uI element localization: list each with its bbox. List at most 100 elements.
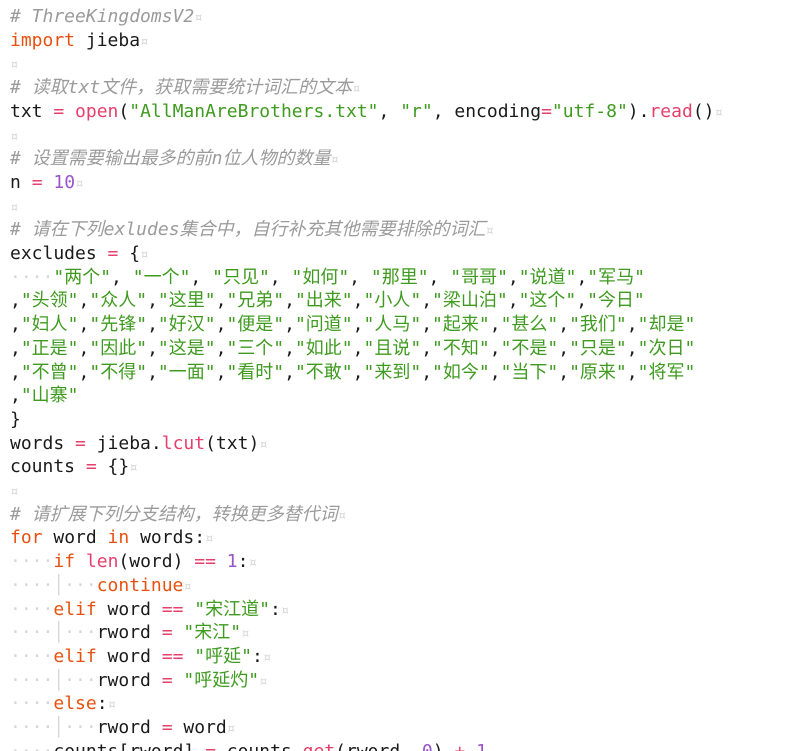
code-line[interactable]: ····│···rword = "宋江"¤ bbox=[10, 621, 250, 645]
code-line[interactable]: ····elif word == "宋江道":¤ bbox=[10, 598, 289, 622]
code-token: "只是" bbox=[569, 337, 627, 359]
code-line[interactable]: ····else:¤ bbox=[10, 692, 116, 716]
code-line[interactable]: # 设置需要输出最多的前n位人物的数量¤ bbox=[10, 147, 339, 171]
code-line[interactable]: # 请在下列exludes集合中，自行补充其他需要排除的词汇¤ bbox=[10, 218, 494, 242]
whitespace-marker: ····│··· bbox=[10, 622, 97, 644]
code-token: # 读取txt文件，获取需要统计词汇的文本 bbox=[10, 77, 353, 99]
code-token: "只见" bbox=[212, 266, 270, 288]
code-token: , bbox=[215, 337, 227, 359]
code-token: : bbox=[251, 645, 263, 667]
code-token: "甚么" bbox=[500, 314, 559, 336]
code-token: for bbox=[10, 527, 43, 549]
code-token: = bbox=[85, 456, 97, 478]
code-line[interactable]: counts = {}¤ bbox=[10, 455, 138, 479]
code-line[interactable]: n = 10¤ bbox=[10, 171, 84, 195]
code-line[interactable]: import jieba¤ bbox=[10, 29, 149, 53]
code-token: "呼延灼" bbox=[183, 669, 260, 691]
code-token: == bbox=[161, 645, 184, 667]
line-end-marker: ¤ bbox=[183, 578, 192, 595]
code-line[interactable]: # 读取txt文件，获取需要统计词汇的文本¤ bbox=[10, 76, 361, 100]
code-token: "一面" bbox=[157, 361, 216, 383]
line-end-marker: ¤ bbox=[140, 33, 149, 50]
code-token: word bbox=[96, 598, 162, 620]
line-end-marker: ¤ bbox=[330, 152, 339, 169]
line-end-marker: ¤ bbox=[75, 175, 84, 192]
code-token: 10 bbox=[53, 171, 76, 193]
code-token: read bbox=[649, 100, 693, 122]
code-token: , bbox=[78, 337, 90, 359]
line-end-marker: ¤ bbox=[129, 460, 138, 477]
code-token: , bbox=[421, 337, 433, 359]
code-token: n bbox=[10, 171, 32, 193]
code-line[interactable]: } bbox=[10, 408, 21, 432]
code-token: "不是" bbox=[500, 337, 559, 359]
code-token: "妇人" bbox=[20, 314, 79, 336]
code-token: in bbox=[107, 527, 130, 549]
code-token: , bbox=[269, 266, 292, 288]
code-token: "今日" bbox=[587, 290, 645, 312]
code-token: ) bbox=[433, 741, 455, 751]
code-token: == bbox=[161, 598, 184, 620]
line-end-marker: ¤ bbox=[248, 555, 257, 572]
line-end-marker: ¤ bbox=[241, 626, 250, 643]
code-token: word bbox=[96, 645, 162, 667]
code-line[interactable]: ,"头领","众人","这里","兄弟","出来","小人","梁山泊","这个… bbox=[10, 289, 645, 313]
code-token: len bbox=[85, 551, 119, 573]
code-line[interactable]: txt = open("AllManAreBrothers.txt", "r",… bbox=[10, 100, 723, 124]
code-token: , bbox=[352, 314, 364, 336]
code-token: "如此" bbox=[294, 337, 353, 359]
code-line[interactable]: excludes = {¤ bbox=[10, 242, 149, 266]
code-token: "呼延" bbox=[194, 645, 252, 667]
code-token: "两个" bbox=[53, 266, 112, 288]
code-line[interactable]: ····│···continue¤ bbox=[10, 574, 192, 598]
code-line[interactable]: ,"不曾","不得","一面","看时","不敢","来到","如今","当下"… bbox=[10, 361, 695, 385]
code-token: "宋江" bbox=[183, 622, 242, 644]
code-token: , encoding bbox=[432, 100, 542, 122]
code-line[interactable]: ····│···rword = word¤ bbox=[10, 716, 235, 740]
code-line[interactable]: ····elif word == "呼延":¤ bbox=[10, 645, 271, 669]
code-line[interactable]: # ThreeKingdomsV2¤ bbox=[10, 5, 203, 29]
code-token: rword bbox=[96, 717, 162, 738]
code-token: word bbox=[172, 717, 227, 738]
code-token: } bbox=[10, 408, 21, 430]
code-line[interactable]: for word in words:¤ bbox=[10, 526, 214, 550]
code-token: "问道" bbox=[294, 314, 353, 336]
code-token: "如何" bbox=[291, 266, 350, 288]
code-token: , bbox=[558, 337, 570, 359]
code-line[interactable]: ····counts[rword] = counts.get(rword, 0)… bbox=[10, 740, 487, 751]
code-token: (word) bbox=[118, 551, 195, 573]
code-line[interactable]: ,"山寨" bbox=[10, 384, 79, 408]
code-token: "便是" bbox=[226, 314, 285, 336]
code-line[interactable]: ,"妇人","先锋","好汉","便是","问道","人马","起来","甚么"… bbox=[10, 313, 695, 337]
code-token: , bbox=[626, 361, 638, 383]
code-line[interactable]: ¤ bbox=[10, 124, 18, 148]
code-token: : bbox=[269, 598, 281, 620]
code-token: , bbox=[489, 314, 501, 336]
code-token: "将军" bbox=[637, 361, 696, 383]
code-line[interactable]: ····"两个", "一个", "只见", "如何", "那里", "哥哥","… bbox=[10, 266, 645, 290]
code-line[interactable]: ¤ bbox=[10, 195, 18, 219]
code-line[interactable]: ¤ bbox=[10, 479, 18, 503]
code-token: # ThreeKingdomsV2 bbox=[10, 6, 195, 27]
code-editor[interactable]: # ThreeKingdomsV2¤ import jieba¤ ¤ # 读取txt文… bbox=[0, 0, 791, 751]
code-line[interactable]: ····if len(word) == 1:¤ bbox=[10, 550, 257, 574]
code-token: , bbox=[576, 290, 588, 312]
code-line[interactable]: ¤ bbox=[10, 52, 18, 76]
code-token: "那里" bbox=[370, 266, 429, 288]
code-token: , bbox=[349, 266, 371, 288]
code-token: , bbox=[10, 314, 21, 336]
whitespace-marker: ····│··· bbox=[10, 717, 97, 738]
code-token: ). bbox=[627, 100, 650, 122]
code-token: elif bbox=[53, 598, 97, 620]
code-token: "因此" bbox=[89, 337, 148, 359]
code-token: , bbox=[576, 266, 588, 288]
line-end-marker: ¤ bbox=[10, 199, 19, 216]
line-end-marker: ¤ bbox=[205, 531, 214, 548]
whitespace-marker: ····│··· bbox=[10, 574, 97, 596]
code-line[interactable]: words = jieba.lcut(txt)¤ bbox=[10, 432, 268, 456]
code-line[interactable]: ,"正是","因此","这是","三个","如此","且说","不知","不是"… bbox=[10, 337, 695, 361]
code-line[interactable]: ····│···rword = "呼延灼"¤ bbox=[10, 669, 268, 693]
line-end-marker: ¤ bbox=[280, 602, 290, 619]
code-line[interactable]: # 请扩展下列分支结构，转换更多替代词¤ bbox=[10, 503, 346, 527]
